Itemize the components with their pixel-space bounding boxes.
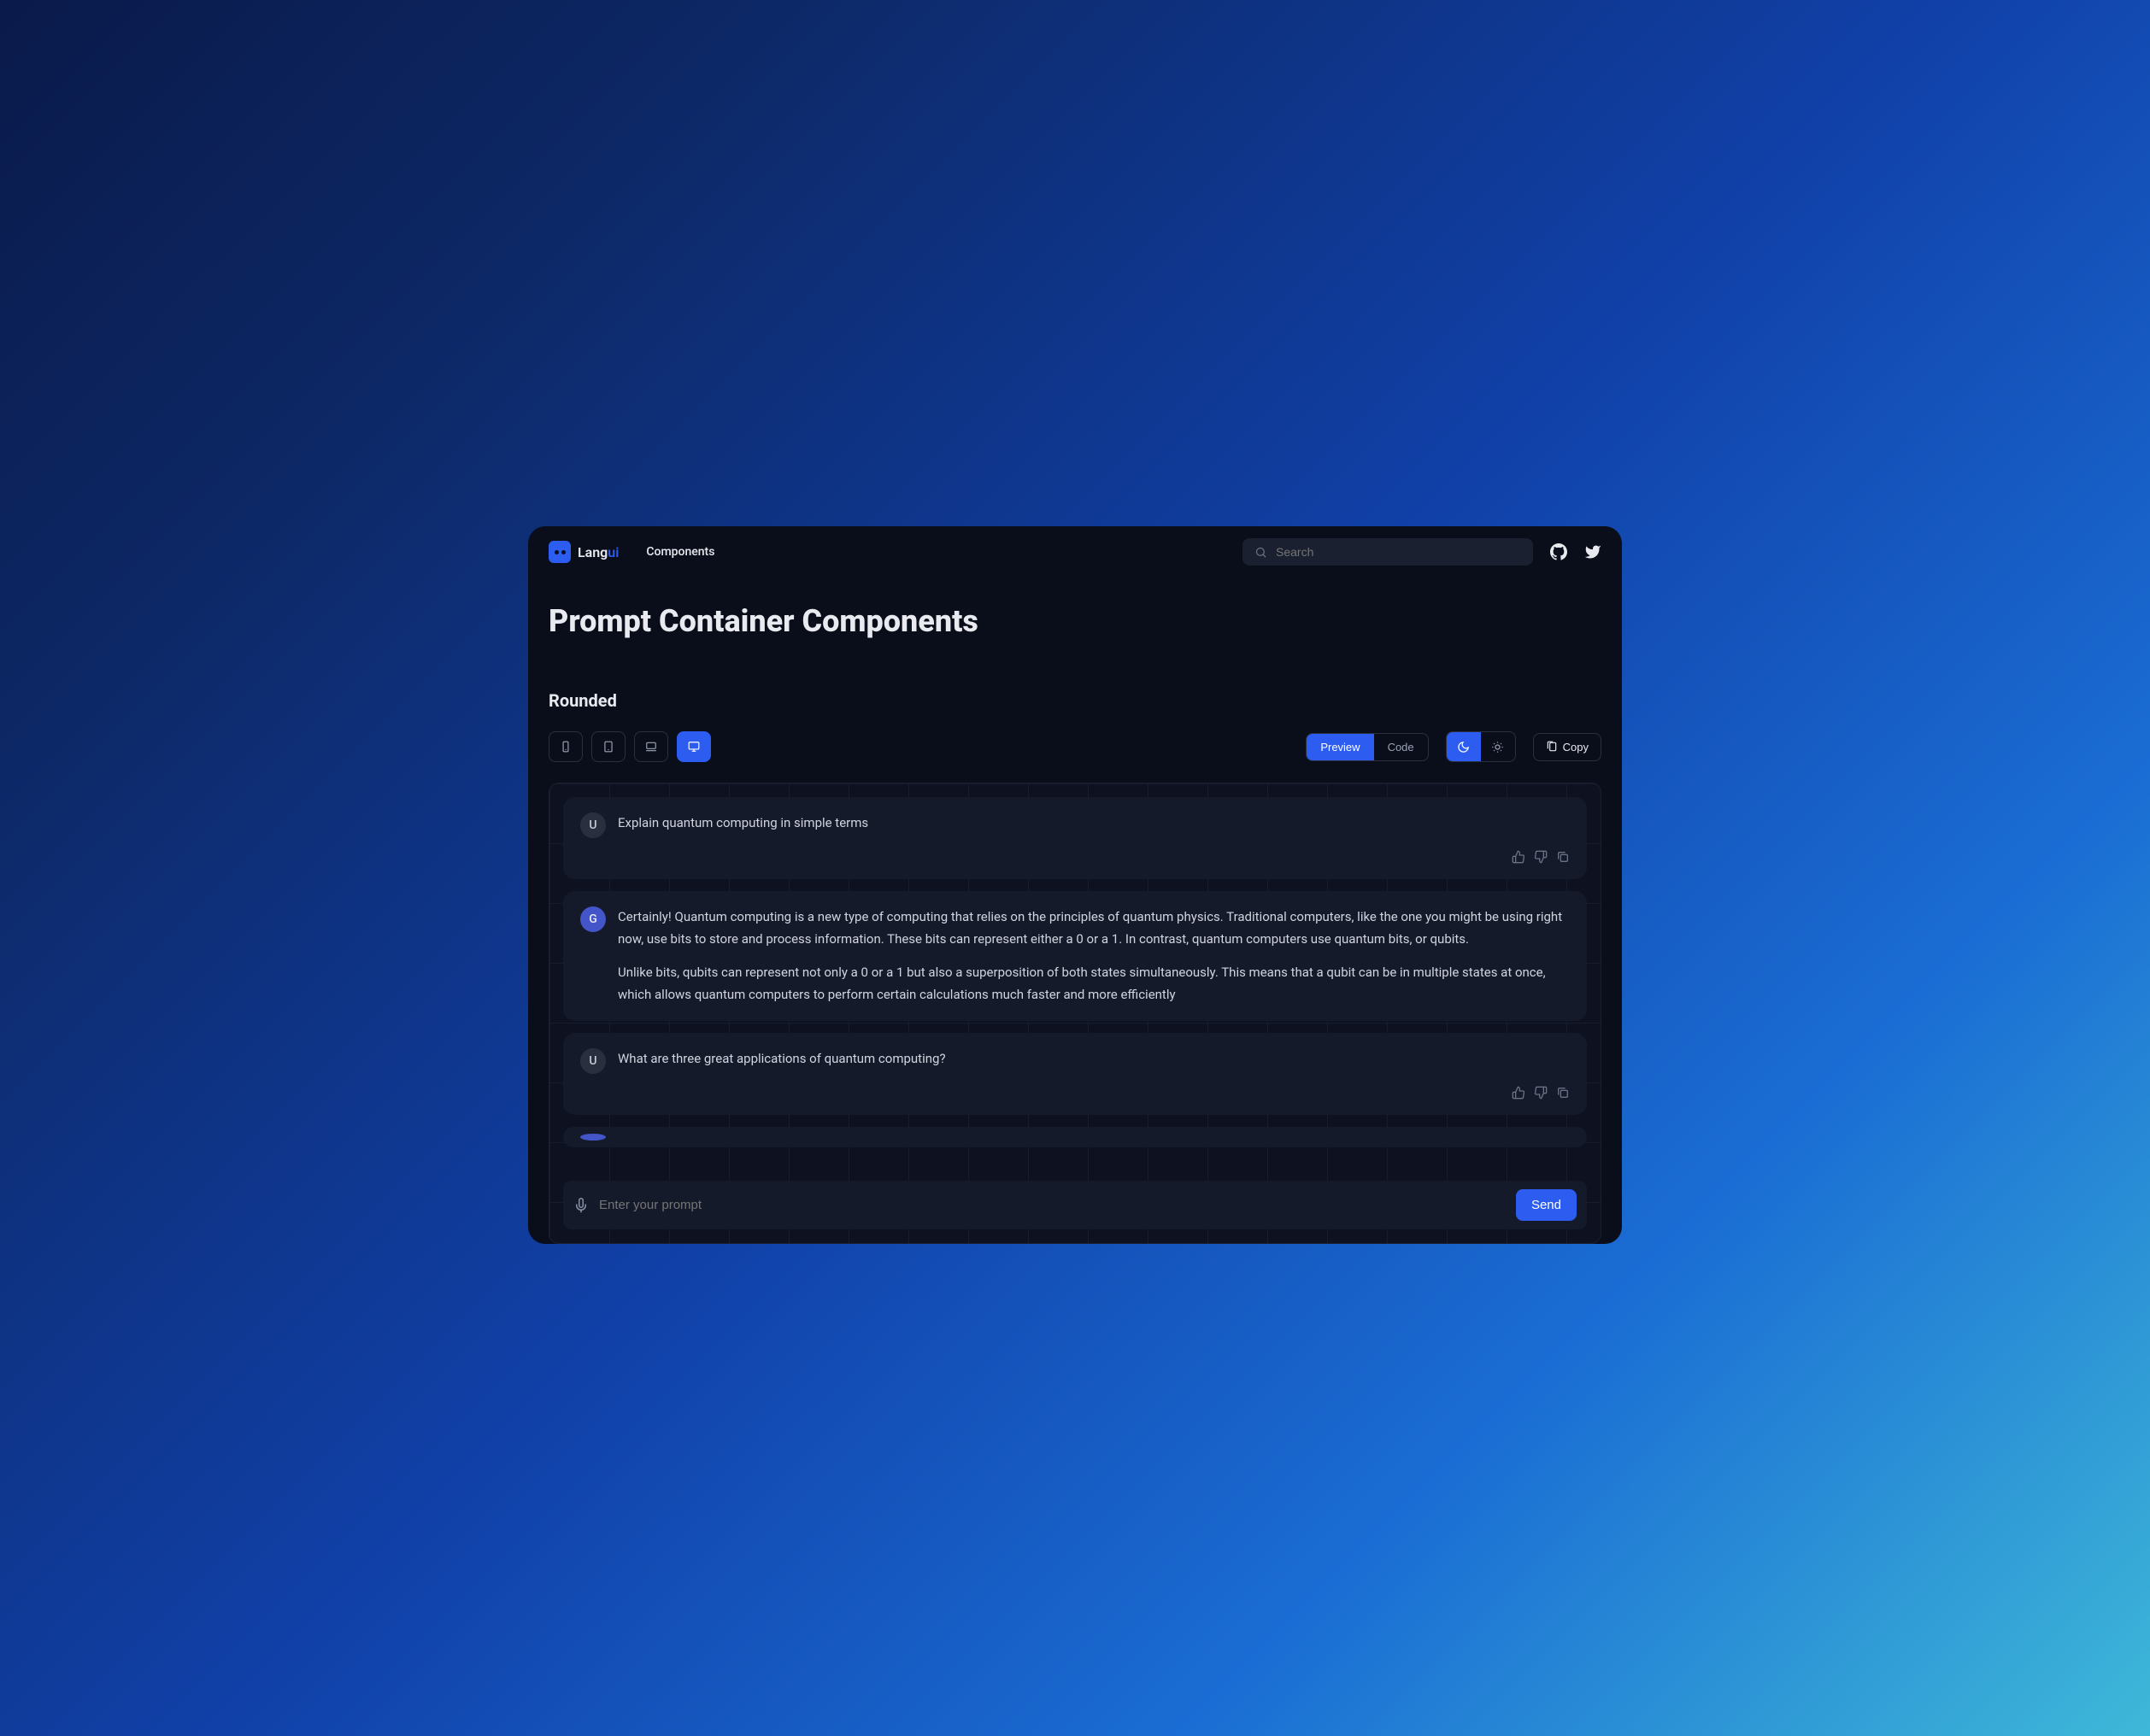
copy-label: Copy [1563,741,1589,754]
thumbs-up-icon[interactable] [1512,1086,1525,1100]
message-actions [580,1086,1570,1100]
section-title: Rounded [549,690,1601,711]
github-icon[interactable] [1550,543,1567,560]
sun-icon [1491,741,1504,754]
prompt-input[interactable] [599,1198,1506,1212]
view-toggle: Preview Code [1306,733,1428,761]
chat-scroll[interactable]: U Explain quantum computing in simple te… [563,797,1587,1170]
search-icon [1254,546,1267,559]
tablet-icon [602,741,614,753]
chat-message-user: U Explain quantum computing in simple te… [563,797,1587,879]
search-box[interactable] [1242,538,1533,566]
chat-message-bot: G Certainly! Quantum computing is a new … [563,891,1587,1021]
page-title: Prompt Container Components [549,603,1601,639]
copy-button[interactable]: Copy [1533,733,1601,761]
chat-message-bot [563,1127,1587,1147]
chat-message-user: U What are three great applications of q… [563,1033,1587,1115]
copy-message-icon[interactable] [1556,850,1570,864]
mic-icon[interactable] [573,1198,589,1213]
viewport-mobile-button[interactable] [549,731,583,762]
desktop-icon [688,741,700,753]
thumbs-down-icon[interactable] [1534,850,1548,864]
viewport-desktop-button[interactable] [677,731,711,762]
twitter-icon[interactable] [1584,543,1601,560]
theme-toggle [1446,731,1516,762]
nav-components[interactable]: Components [646,545,714,559]
message-text: What are three great applications of qua… [618,1048,946,1070]
light-mode-button[interactable] [1481,732,1515,761]
preview-area: U Explain quantum computing in simple te… [549,783,1601,1244]
moon-icon [1457,741,1470,754]
topbar: Langui Components [528,526,1622,578]
logo-text: Langui [578,544,619,560]
viewport-tablet-button[interactable] [591,731,626,762]
message-text: Certainly! Quantum computing is a new ty… [618,906,1570,1006]
message-text: Explain quantum computing in simple term… [618,812,868,835]
controls-row: Preview Code Copy [549,731,1601,762]
message-actions [580,850,1570,864]
content: Prompt Container Components Rounded Prev… [528,578,1622,1244]
avatar-user: U [580,1048,606,1074]
thumbs-up-icon[interactable] [1512,850,1525,864]
thumbs-down-icon[interactable] [1534,1086,1548,1100]
preview-tab[interactable]: Preview [1307,734,1373,760]
mobile-icon [560,741,572,753]
laptop-icon [645,741,657,753]
logo-icon [549,541,571,563]
search-input[interactable] [1276,545,1521,559]
dark-mode-button[interactable] [1447,732,1481,761]
viewport-laptop-button[interactable] [634,731,668,762]
avatar-bot: G [580,906,606,932]
send-button[interactable]: Send [1516,1189,1577,1221]
app-window: Langui Components Prompt Container Compo… [528,526,1622,1244]
clipboard-icon [1546,741,1558,753]
avatar-user: U [580,812,606,838]
logo[interactable]: Langui [549,541,619,563]
copy-message-icon[interactable] [1556,1086,1570,1100]
code-tab[interactable]: Code [1374,734,1428,760]
prompt-input-bar: Send [563,1181,1587,1229]
avatar-bot [580,1134,606,1141]
